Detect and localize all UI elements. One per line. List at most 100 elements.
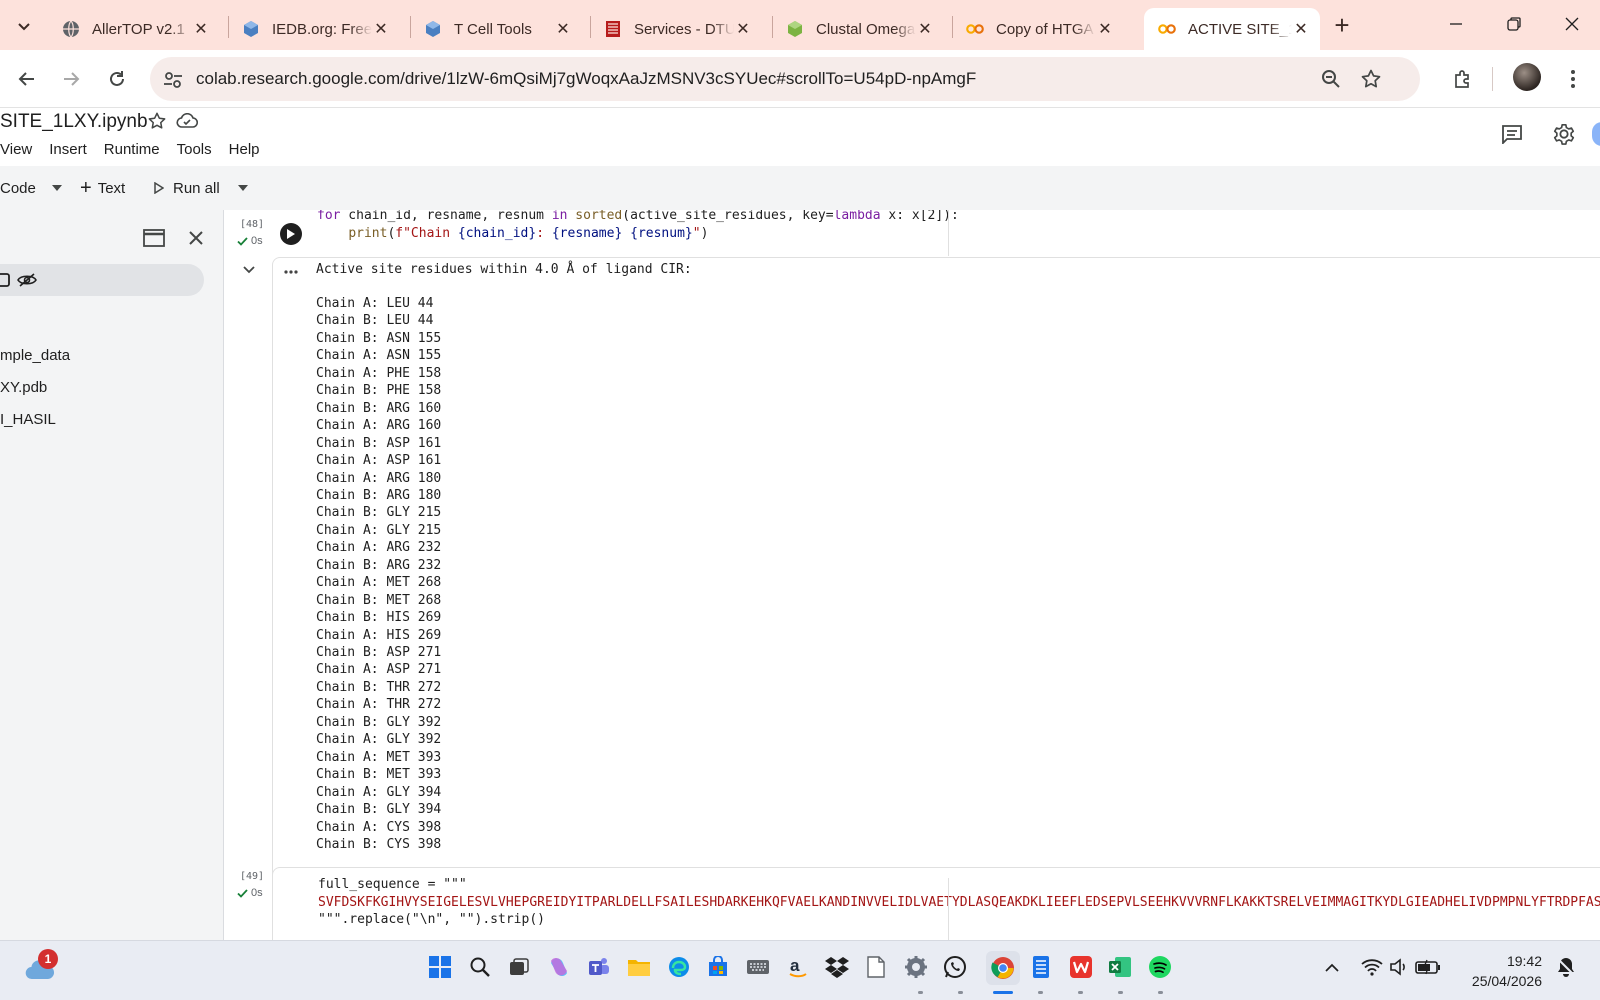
volume-status[interactable] (1385, 953, 1413, 981)
menu-bar: View Insert Runtime Tools Help (0, 141, 277, 158)
caret-down-icon (51, 185, 62, 191)
taskbar-search[interactable] (466, 953, 494, 981)
tab-tcell-tools[interactable]: T Cell Tools ✕ (410, 8, 582, 50)
menu-insert[interactable]: Insert (49, 141, 87, 158)
minimize-button[interactable] (1436, 8, 1476, 40)
copilot-app[interactable] (545, 953, 573, 981)
output-line: Chain B: MET 393 (316, 767, 442, 783)
spotify-app[interactable] (1146, 953, 1174, 981)
file-explorer-app[interactable] (625, 953, 653, 981)
bookmark-button[interactable] (1356, 64, 1386, 94)
hidden-files-icon[interactable] (17, 272, 37, 293)
tab-iedb[interactable]: IEDB.org: Free ✕ (228, 8, 400, 50)
colab-icon (1158, 20, 1176, 38)
output-line: Chain B: CYS 398 (316, 836, 442, 852)
site-info-icon[interactable] (162, 69, 184, 91)
search-icon (470, 957, 490, 977)
task-view-button[interactable] (505, 953, 533, 981)
battery-status[interactable] (1414, 953, 1442, 981)
drive-icon[interactable] (0, 272, 10, 293)
close-icon[interactable]: ✕ (916, 19, 934, 39)
teams-app[interactable] (585, 953, 613, 981)
menu-runtime[interactable]: Runtime (104, 141, 160, 158)
tab-search-button[interactable] (8, 10, 40, 42)
output-actions-button[interactable] (284, 258, 298, 279)
tab-clustal-omega[interactable]: Clustal Omega ✕ (772, 8, 944, 50)
excel-app[interactable] (1106, 953, 1134, 981)
new-tab-button[interactable]: + (1328, 12, 1356, 40)
window-icon (143, 229, 165, 247)
output-line: Chain A: GLY 394 (316, 784, 442, 800)
close-window-button[interactable] (1552, 8, 1592, 40)
collapse-output-button[interactable] (242, 262, 258, 278)
files-toolbar (0, 264, 204, 296)
settings-app[interactable] (902, 953, 930, 981)
start-button[interactable] (426, 953, 454, 981)
clock[interactable]: 19:42 25/04/2026 (1462, 951, 1542, 991)
reload-button[interactable] (102, 64, 132, 94)
add-code-button[interactable]: Code (0, 174, 62, 202)
comments-button[interactable] (1498, 120, 1526, 148)
close-icon[interactable]: ✕ (372, 19, 390, 39)
menu-help[interactable]: Help (229, 141, 260, 158)
notebook-title[interactable]: SITE_1LXY.ipynb (0, 111, 148, 133)
wps-office-app[interactable] (1067, 953, 1095, 981)
close-icon[interactable]: ✕ (192, 19, 210, 39)
address-bar[interactable]: colab.research.google.com/drive/1lzW-6mQ… (150, 57, 1420, 101)
profile-avatar[interactable] (1513, 63, 1541, 91)
spreadsheet-app[interactable] (1027, 953, 1055, 981)
file-item-sample-data[interactable]: mple_data (0, 347, 70, 364)
close-icon[interactable]: ✕ (554, 19, 572, 39)
show-hidden-icons-button[interactable] (1318, 953, 1346, 981)
wifi-status[interactable] (1358, 953, 1386, 981)
spreadsheet-icon (1033, 956, 1049, 978)
extensions-button[interactable] (1448, 64, 1478, 94)
back-button[interactable] (12, 64, 42, 94)
zoom-button[interactable] (1316, 64, 1346, 94)
menu-tools[interactable]: Tools (177, 141, 212, 158)
close-icon[interactable]: ✕ (734, 19, 752, 39)
add-text-button[interactable]: + Text (80, 174, 125, 202)
code-label: Code (0, 179, 36, 197)
chrome-app[interactable] (986, 951, 1020, 985)
whatsapp-app[interactable] (941, 953, 969, 981)
menu-view[interactable]: View (0, 141, 32, 158)
browser-menu-button[interactable] (1558, 64, 1588, 94)
code-line: """.replace("\n", "").strip() (318, 912, 545, 927)
output-line: Chain B: GLY 215 (316, 505, 442, 521)
active-indicator (993, 991, 1013, 994)
close-panel-button[interactable] (183, 225, 209, 251)
edge-app[interactable] (665, 953, 693, 981)
reload-icon (110, 71, 124, 86)
cloud-saved-icon[interactable] (176, 112, 199, 134)
gemini-button[interactable] (1592, 122, 1600, 146)
store-app[interactable] (704, 953, 732, 981)
notifications-button[interactable] (1552, 953, 1580, 981)
code-editor[interactable]: for chain_id, resname, resnum in sorted(… (317, 210, 959, 242)
code-token: chain_id, resname, resnum (340, 210, 552, 223)
browser-toolbar: colab.research.google.com/drive/1lzW-6mQ… (0, 50, 1600, 108)
amazon-app[interactable]: a (784, 953, 812, 981)
calculator-app[interactable] (744, 953, 772, 981)
notepad-app[interactable] (862, 953, 890, 981)
star-icon[interactable] (148, 112, 166, 135)
tab-active-site[interactable]: ACTIVE SITE_1 ✕ (1144, 8, 1320, 50)
open-in-tab-button[interactable] (141, 225, 167, 251)
run-all-button[interactable]: Run all (154, 174, 248, 202)
file-item-pdb[interactable]: XY.pdb (0, 379, 47, 396)
tab-title: IEDB.org: Free (272, 20, 372, 38)
code-editor[interactable]: full_sequence = """ SVFDSKFKGIHVYSEIGELE… (318, 876, 1600, 929)
settings-button[interactable] (1550, 120, 1578, 148)
forward-button[interactable] (56, 64, 86, 94)
output-line: Chain A: ASN 155 (316, 348, 442, 364)
tab-allertop[interactable]: AllerTOP v2.1 ✕ (48, 8, 220, 50)
tab-dtu-services[interactable]: Services - DTU ✕ (590, 8, 762, 50)
close-icon[interactable]: ✕ (1096, 19, 1114, 39)
restore-button[interactable] (1494, 8, 1534, 40)
close-icon (1565, 17, 1579, 31)
file-item-hasil[interactable]: I_HASIL (0, 411, 56, 428)
tab-copy-htga[interactable]: Copy of HTGA ✕ (952, 8, 1124, 50)
close-icon[interactable]: ✕ (1292, 19, 1310, 39)
dropbox-app[interactable] (823, 953, 851, 981)
run-cell-button[interactable] (280, 223, 302, 245)
